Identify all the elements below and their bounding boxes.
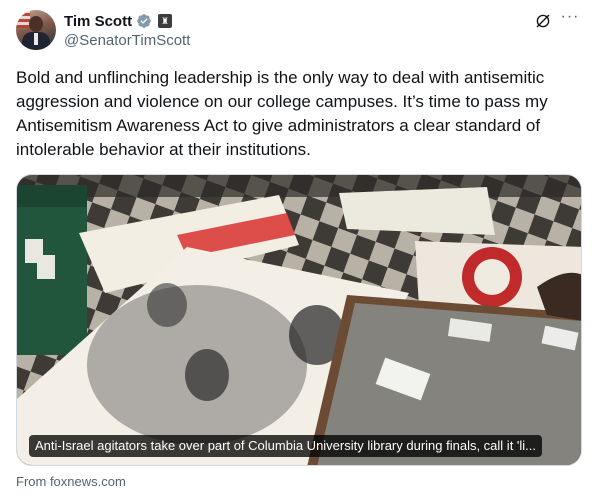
link-card[interactable]: Anti-Israel agitators take over part of … <box>16 174 582 466</box>
more-horizontal-icon[interactable]: ··· <box>560 9 580 30</box>
flag-backdrop <box>16 10 30 28</box>
card-photo <box>17 175 581 465</box>
avatar[interactable] <box>16 10 56 50</box>
avatar-tie <box>34 33 38 45</box>
tweet-text: Bold and unflinching leadership is the o… <box>16 68 548 159</box>
author-info: Tim Scott ♜ @SenatorTimScott <box>64 11 190 50</box>
author-display-name[interactable]: Tim Scott <box>64 13 132 30</box>
grok-icon[interactable] <box>534 12 552 30</box>
tweet-header: Tim Scott ♜ @SenatorTimScott ··· <box>16 9 582 54</box>
verified-check-icon <box>137 14 151 28</box>
name-row: Tim Scott ♜ <box>64 11 190 31</box>
card-source[interactable]: From foxnews.com <box>16 474 126 489</box>
avatar-head <box>29 16 43 32</box>
author-handle[interactable]: @SenatorTimScott <box>64 32 190 49</box>
card-caption: Anti-Israel agitators take over part of … <box>29 435 543 457</box>
government-badge-icon: ♜ <box>158 14 173 28</box>
